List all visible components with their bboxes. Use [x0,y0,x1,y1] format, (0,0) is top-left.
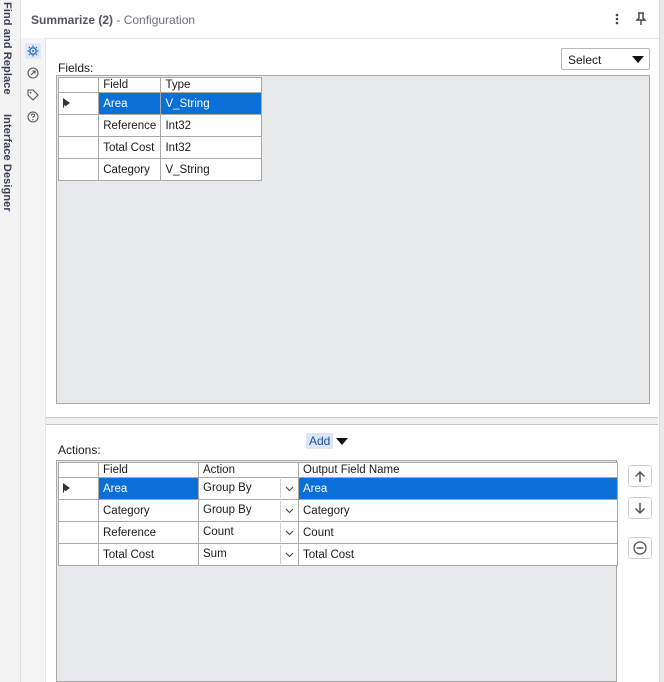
window-subtitle: - Configuration [113,13,196,27]
action-value: Sum [203,548,227,560]
actions-col-action[interactable]: Action [198,462,299,478]
arrow-up-icon [634,470,646,482]
row-header-corner [58,462,99,478]
row-selector[interactable] [57,158,100,181]
fields-row-total-cost[interactable]: Total Cost Int32 [57,136,262,159]
gear-icon[interactable] [25,43,41,59]
remove-button[interactable] [628,537,652,559]
actions-row-category[interactable]: Category Group By Category [58,499,618,522]
add-button[interactable]: Add [306,432,349,450]
fields-cell-type[interactable]: Int32 [160,136,262,159]
actions-table: Field Action Output Field Name Area Grou… [58,462,618,566]
actions-cell-output[interactable]: Count [298,521,618,544]
minus-circle-icon [633,541,647,555]
actions-panel: Field Action Output Field Name Area Grou… [56,460,618,682]
actions-row-area[interactable]: Area Group By Area [58,477,618,500]
actions-cell-field[interactable]: Category [98,499,199,522]
fields-cell-field[interactable]: Category [98,158,162,181]
fields-label: Fields: [58,61,94,75]
fields-header-row: Field Type [57,77,262,93]
tab-find-and-replace[interactable]: Find and Replace [1,2,13,95]
dropdown-arrow-icon [632,56,644,63]
select-value: Select [568,53,602,67]
action-dropdown[interactable]: Sum [198,543,299,566]
fields-cell-type[interactable]: V_String [160,158,262,181]
actions-label: Actions: [58,443,101,457]
row-header-corner [57,77,100,93]
select-dropdown[interactable]: Select [561,48,650,70]
fields-row-category[interactable]: Category V_String [57,158,262,181]
actions-col-field[interactable]: Field [98,462,199,478]
help-icon[interactable] [25,109,41,125]
actions-cell-output[interactable]: Category [298,499,618,522]
panel-splitter[interactable] [46,417,658,425]
fields-col-type[interactable]: Type [160,77,262,93]
pin-icon[interactable] [633,10,649,28]
actions-col-output[interactable]: Output Field Name [298,462,618,478]
fields-cell-field[interactable]: Total Cost [98,136,162,159]
chevron-down-icon[interactable] [280,523,298,542]
fields-cell-field[interactable]: Reference [98,114,162,137]
annotation-icon[interactable] [25,65,41,81]
action-value: Group By [203,482,252,494]
actions-cell-output[interactable]: Total Cost [298,543,618,566]
actions-header-row: Field Action Output Field Name [58,462,618,478]
chevron-down-icon[interactable] [280,479,298,498]
arrow-down-icon [634,502,646,514]
add-label: Add [306,433,334,449]
fields-col-field[interactable]: Field [98,77,162,93]
fields-cell-type[interactable]: Int32 [160,114,262,137]
row-selector[interactable] [58,499,99,522]
actions-cell-field[interactable]: Reference [98,521,199,544]
move-down-button[interactable] [628,497,652,519]
fields-table: Field Type Area V_String Reference Int32… [57,77,262,181]
action-dropdown[interactable]: Count [198,521,299,544]
action-value: Count [203,526,234,538]
more-vertical-icon[interactable] [609,10,625,28]
actions-row-total-cost[interactable]: Total Cost Sum Total Cost [58,543,618,566]
tag-icon[interactable] [25,87,41,103]
row-selector[interactable] [57,92,100,115]
current-row-icon [63,98,70,114]
row-selector[interactable] [58,521,99,544]
action-dropdown[interactable]: Group By [198,499,299,522]
row-selector[interactable] [57,136,100,159]
actions-row-reference[interactable]: Reference Count Count [58,521,618,544]
tool-name: Summarize (2) [31,13,114,27]
actions-cell-field[interactable]: Area [98,477,199,500]
fields-cell-field[interactable]: Area [98,92,162,115]
actions-cell-output[interactable]: Area [298,477,618,500]
tab-interface-designer[interactable]: Interface Designer [1,114,13,212]
fields-row-area[interactable]: Area V_String [57,92,262,115]
actions-cell-field[interactable]: Total Cost [98,543,199,566]
fields-panel: Field Type Area V_String Reference Int32… [56,75,650,404]
fields-row-reference[interactable]: Reference Int32 [57,114,262,137]
current-row-icon [63,483,70,499]
row-selector[interactable] [58,543,99,566]
config-icon-column [21,38,46,682]
config-header: Summarize (2) - Configuration [21,0,664,39]
action-dropdown[interactable]: Group By [198,477,299,500]
action-value: Group By [203,504,252,516]
right-scroll-edge [659,0,664,682]
fields-cell-type[interactable]: V_String [160,92,262,115]
row-selector[interactable] [58,477,99,500]
add-dropdown-arrow-icon [336,437,349,445]
chevron-down-icon[interactable] [280,545,298,564]
move-up-button[interactable] [628,465,652,487]
side-tab-strip: Find and Replace Interface Designer [0,0,21,682]
row-selector[interactable] [57,114,100,137]
window-title: Summarize (2) - Configuration [31,13,195,27]
chevron-down-icon[interactable] [280,501,298,520]
